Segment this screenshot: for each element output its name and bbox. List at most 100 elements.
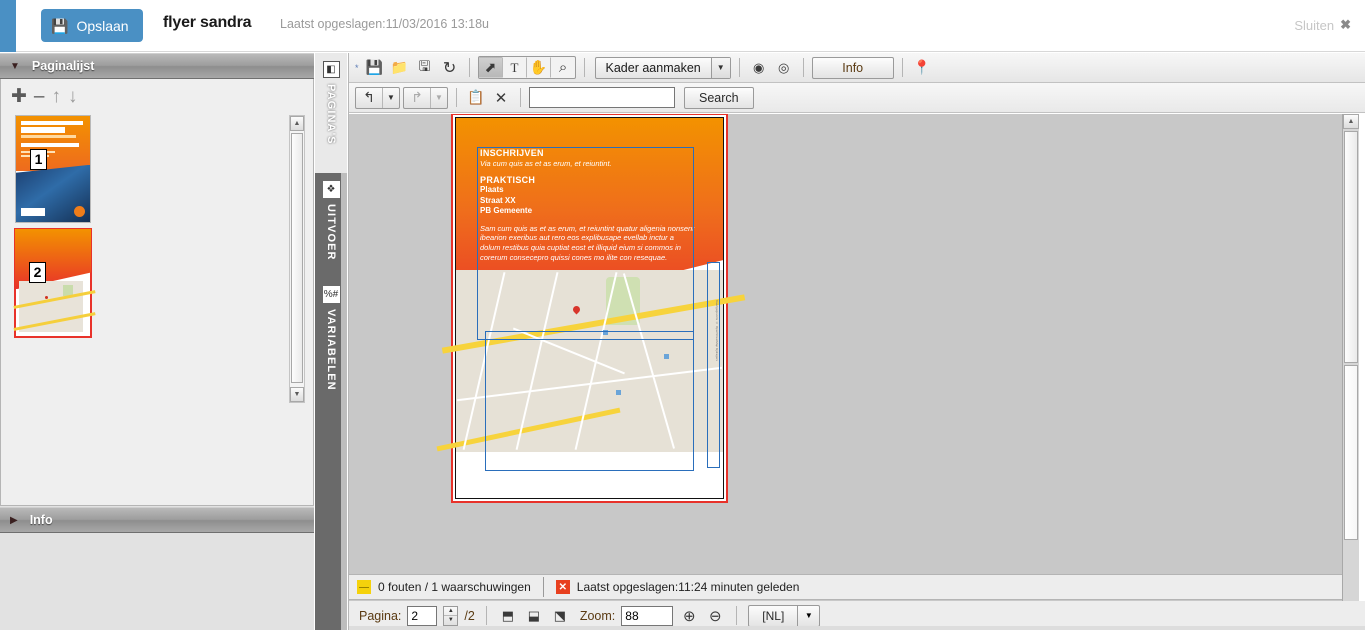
- app-header: 💾 Opslaan flyer sandra Laatst opgeslagen…: [0, 0, 1365, 52]
- chevron-down-icon[interactable]: ▼: [430, 87, 447, 108]
- page-thumbnail-list: 1 2: [7, 115, 289, 501]
- canvas-vertical-scrollbar[interactable]: ▲ ▼: [1342, 114, 1359, 626]
- save-button-label: Opslaan: [76, 17, 129, 34]
- scroll-thumb[interactable]: [1344, 365, 1358, 540]
- select-tool[interactable]: ⬈: [478, 57, 503, 78]
- move-page-down-button[interactable]: ↓: [68, 87, 78, 106]
- map-credit-text: Kaartgegevens © OpenStreetMap bijdragers: [715, 300, 719, 362]
- refresh-icon[interactable]: ↻: [439, 57, 461, 79]
- page-number-input[interactable]: [407, 605, 438, 626]
- save-button[interactable]: 💾 Opslaan: [41, 9, 143, 42]
- page-thumbnail-2[interactable]: 2: [13, 228, 96, 338]
- zoom-tool[interactable]: ⌕: [551, 57, 575, 78]
- preview-eye-icon[interactable]: ◉: [748, 57, 770, 79]
- save-doc-icon[interactable]: 💾: [364, 57, 386, 79]
- tab-uitvoer[interactable]: ❖ UITVOER: [315, 173, 347, 278]
- close-button[interactable]: Sluiten ✖: [1294, 17, 1351, 33]
- search-button[interactable]: Search: [684, 86, 754, 109]
- search-input[interactable]: [529, 87, 675, 108]
- toolbar-row-2: ↰ ▼ ↱ ▼ 📋 ✕ Search: [349, 83, 1365, 113]
- output-icon: ❖: [322, 181, 340, 198]
- info-title: Info: [29, 513, 53, 527]
- page-total-label: /2: [464, 608, 475, 623]
- zoom-input[interactable]: [621, 605, 674, 626]
- scroll-down-button[interactable]: ▼: [290, 387, 304, 402]
- language-select[interactable]: [NL] ▼: [748, 604, 821, 627]
- bottom-separator: [736, 606, 738, 625]
- move-page-up-button[interactable]: ↑: [52, 87, 62, 106]
- info-button[interactable]: Info: [811, 56, 894, 79]
- spinner-down-icon[interactable]: ▼: [444, 616, 457, 625]
- thumb2-map: [13, 280, 96, 332]
- thumb1-text-line: [21, 121, 83, 125]
- variables-icon: %#: [322, 286, 340, 303]
- chevron-down-icon[interactable]: ▼: [797, 605, 819, 626]
- redo-split-button[interactable]: ↱ ▼: [403, 86, 448, 109]
- language-value: [NL]: [762, 608, 785, 623]
- scroll-thumb-upper[interactable]: [1344, 131, 1358, 363]
- frame-create-label: Kader aanmaken: [605, 60, 701, 75]
- remove-page-button[interactable]: ‒: [34, 87, 45, 106]
- scroll-thumb[interactable]: [291, 133, 303, 383]
- left-sidebar: ▼ Paginalijst ✚ ‒ ↑ ↓ 1 2 ▲ ▼ ▶ Info: [0, 53, 314, 630]
- pagelist-scrollbar[interactable]: ▲ ▼: [289, 115, 305, 403]
- page-artwork: INSCHRIJVEN Via cum quis as et as erum, …: [436, 117, 746, 499]
- header-accent-strip: [0, 0, 16, 52]
- map-pin-icon[interactable]: 📍: [911, 57, 933, 79]
- clear-formatting-icon[interactable]: ✕: [490, 87, 512, 109]
- thumb2-pin: [44, 296, 48, 300]
- scroll-up-button[interactable]: ▲: [290, 116, 304, 131]
- duplicate-page-icon[interactable]: ⬓: [524, 606, 544, 626]
- undo-icon[interactable]: ↰: [356, 88, 382, 108]
- thumb1-text-line: [21, 143, 79, 147]
- target-icon[interactable]: ◎: [773, 57, 795, 79]
- toolbar-separator: [802, 58, 804, 77]
- tab-paginas[interactable]: ◧ PAGINA'S: [315, 53, 347, 173]
- last-saved-info: Laatst opgeslagen:11/03/2016 13:18u: [280, 17, 489, 31]
- tab-uitvoer-label: UITVOER: [325, 204, 337, 261]
- zoom-in-icon[interactable]: ⊕: [679, 606, 699, 626]
- add-page-button[interactable]: ✚: [11, 87, 27, 106]
- copy-pages-icon[interactable]: 📋: [465, 87, 487, 109]
- toolbar-separator: [738, 58, 740, 77]
- save-as-icon[interactable]: 🖫: [414, 57, 436, 79]
- insert-page-icon[interactable]: ⬒: [498, 606, 518, 626]
- spinner-up-icon[interactable]: ▲: [444, 607, 458, 616]
- tab-variabelen[interactable]: %# VARIABELEN: [315, 278, 347, 418]
- info-panel-header[interactable]: ▶ Info: [0, 507, 314, 533]
- thumb2-road: [13, 311, 96, 331]
- floppy-disk-icon: 💾: [51, 17, 69, 34]
- toolbar-separator: [901, 58, 903, 77]
- page-thumbnail-1[interactable]: 1: [15, 115, 91, 223]
- chevron-down-icon[interactable]: ▼: [382, 87, 399, 108]
- open-folder-icon[interactable]: 📁: [389, 57, 411, 79]
- frame-create-dropdown[interactable]: Kader aanmaken ▼: [594, 56, 731, 79]
- map-frame-selection[interactable]: [485, 330, 694, 472]
- document-page[interactable]: INSCHRIJVEN Via cum quis as et as erum, …: [436, 114, 746, 503]
- redo-icon[interactable]: ↱: [404, 88, 430, 108]
- document-title: flyer sandra: [163, 14, 252, 31]
- document-canvas[interactable]: INSCHRIJVEN Via cum quis as et as erum, …: [349, 114, 1342, 626]
- undo-split-button[interactable]: ↰ ▼: [355, 86, 400, 109]
- page-number-stepper[interactable]: ▲ ▼: [443, 605, 459, 626]
- scroll-up-button[interactable]: ▲: [1343, 114, 1359, 129]
- tab-variabelen-label: VARIABELEN: [325, 309, 337, 391]
- page-thumbnail-number: 1: [30, 149, 47, 170]
- info-panel: ▶ Info: [0, 507, 314, 533]
- status-separator: [542, 577, 544, 597]
- warning-square-icon: —: [357, 580, 371, 594]
- chevron-down-icon[interactable]: ▼: [710, 57, 730, 78]
- zoom-out-icon[interactable]: ⊖: [705, 606, 725, 626]
- pagelist-title: Paginalijst: [31, 59, 95, 73]
- info-panel-body: [0, 533, 314, 630]
- text-tool[interactable]: T: [503, 57, 527, 78]
- triangle-right-icon: ▶: [10, 514, 18, 526]
- canvas-horizontal-scrollbar[interactable]: [349, 626, 1365, 630]
- delete-page-icon[interactable]: ⬔: [550, 606, 570, 626]
- text-frame-selection[interactable]: [477, 146, 694, 341]
- credit-frame-selection[interactable]: [706, 262, 721, 468]
- page-thumbnail-number: 2: [29, 262, 46, 283]
- hand-tool[interactable]: ✋: [527, 57, 551, 78]
- pagelist-panel-header[interactable]: ▼ Paginalijst: [0, 53, 314, 79]
- page-label: Pagina:: [359, 608, 402, 623]
